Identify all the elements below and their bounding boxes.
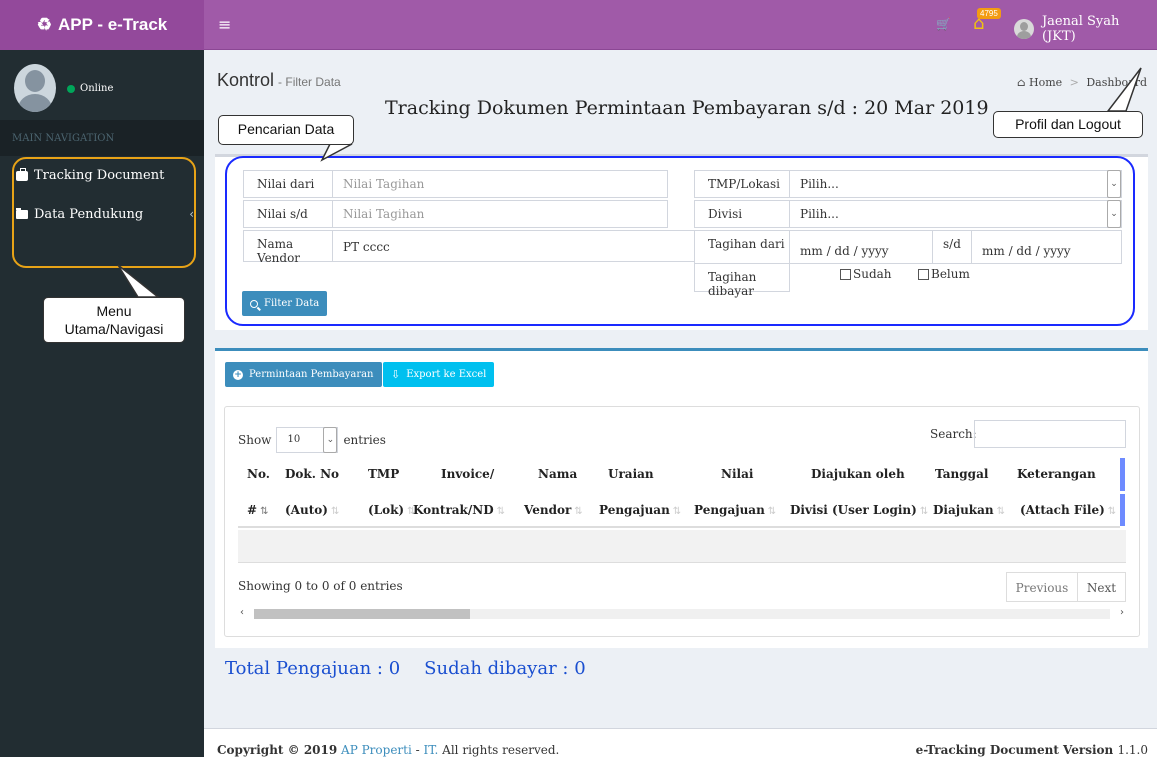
sort-header-label: Pengajuan xyxy=(694,503,765,517)
th-no: No. xyxy=(247,467,270,481)
footer-rights: All rights reserved. xyxy=(442,743,560,757)
callout-menu-line2: Utama/Navigasi xyxy=(64,321,164,337)
footer-dash: - xyxy=(415,743,420,757)
table-row xyxy=(238,530,1126,563)
scrollbar-thumb[interactable] xyxy=(254,609,470,619)
sort-header-label: (Attach File) xyxy=(1020,503,1105,517)
search-label: Search: xyxy=(930,427,977,441)
table-scroll-indicator xyxy=(1120,458,1125,491)
th-dok-no: Dok. No xyxy=(285,467,340,481)
sort-icon: ⇅ xyxy=(574,506,583,517)
th-nilai: Nilai xyxy=(721,467,754,481)
table-header-row: # ⇅ (Auto) ⇅ (Lok) ⇅ Kontrak/ND ⇅ Vendor ⇅ Pe… xyxy=(238,494,1120,528)
sort-header-nama[interactable]: Vendor ⇅ xyxy=(524,503,583,517)
footer: Copyright © 2019 AP Properti - IT. All r… xyxy=(204,728,1157,757)
permintaan-pembayaran-button[interactable]: + Permintaan Pembayaran xyxy=(225,362,382,387)
footer-copyright: Copyright © 2019 AP Properti - IT. All r… xyxy=(217,743,559,757)
pencarian-pointer xyxy=(320,143,353,162)
sort-header-nilai[interactable]: Pengajuan ⇅ xyxy=(694,503,776,517)
table-info: Showing 0 to 0 of 0 entries xyxy=(238,579,403,593)
chevron-down-icon: ⌄ xyxy=(323,427,338,453)
sort-icon: ⇅ xyxy=(672,506,682,517)
next-page-button[interactable]: Next xyxy=(1078,572,1126,602)
sort-icon: ⇅ xyxy=(496,506,505,517)
show-label: Show xyxy=(238,433,272,447)
th-diajukan-oleh: Diajukan oleh xyxy=(811,467,905,481)
sort-header-tmp[interactable]: (Lok) ⇅ xyxy=(368,503,416,517)
sort-header-uraian[interactable]: Pengajuan ⇅ xyxy=(599,503,681,517)
sort-icon: ⇅ xyxy=(330,506,340,517)
table-scroll-indicator xyxy=(1120,494,1125,526)
sort-icon: ⇅ xyxy=(919,506,929,517)
entries-value: 10 xyxy=(287,434,301,445)
permintaan-button-label: Permintaan Pembayaran xyxy=(249,369,374,380)
entries-length-control: Show 10 ⌄ entries xyxy=(238,427,386,453)
sort-header-label: Diajukan xyxy=(933,503,994,517)
sort-header-keterangan[interactable]: (Attach File) ⇅ xyxy=(1020,503,1116,517)
sort-header-tanggal[interactable]: Diajukan ⇅ xyxy=(933,503,1005,517)
sort-icon: ⇅ xyxy=(1107,506,1117,517)
entries-select[interactable]: 10 ⌄ xyxy=(276,427,339,453)
company-link[interactable]: AP Properti xyxy=(341,743,412,757)
sort-header-label: Kontrak/ND xyxy=(413,503,494,517)
profil-pointer xyxy=(1106,67,1142,112)
sort-header-label: (Lok) xyxy=(368,503,405,517)
dept-link[interactable]: IT. xyxy=(424,743,439,757)
sort-header-label: Vendor xyxy=(524,503,572,517)
sort-header-label: Pengajuan xyxy=(599,503,670,517)
th-tanggal: Tanggal xyxy=(935,467,989,481)
plus-circle-icon: + xyxy=(233,369,243,380)
sort-header-dok-no[interactable]: (Auto) ⇅ xyxy=(285,503,339,517)
callout-pencarian: Pencarian Data xyxy=(218,115,354,145)
callout-profil: Profil dan Logout xyxy=(993,111,1143,138)
sort-header-diajukan-oleh[interactable]: Divisi (User Login) ⇅ xyxy=(790,503,928,517)
th-nama: Nama xyxy=(538,467,578,481)
download-icon: ⇩ xyxy=(391,368,401,381)
sort-header-no[interactable]: # ⇅ xyxy=(247,503,268,517)
callout-menu: Menu Utama/Navigasi xyxy=(43,297,185,343)
sort-icon: ⇅ xyxy=(767,506,777,517)
scroll-left-icon[interactable]: ‹ xyxy=(240,607,244,618)
menu-pointer xyxy=(117,264,161,298)
entries-label: entries xyxy=(343,433,386,447)
copyright-prefix: Copyright © 2019 xyxy=(217,743,338,757)
sort-header-label: Divisi (User Login) xyxy=(790,503,917,517)
export-button-label: Export ke Excel xyxy=(406,369,487,380)
version-number: 1.1.0 xyxy=(1117,743,1148,757)
th-keterangan: Keterangan xyxy=(1017,467,1096,481)
sort-asc-icon: ⇅ xyxy=(260,506,269,517)
callout-menu-line1: Menu xyxy=(96,303,132,319)
sort-icon: ⇅ xyxy=(996,506,1006,517)
product-name: e-Tracking Document Version xyxy=(915,743,1114,757)
export-excel-button[interactable]: ⇩ Export ke Excel xyxy=(383,362,495,387)
sort-header-label: (Auto) xyxy=(285,503,328,517)
footer-version: e-Tracking Document Version 1.1.0 xyxy=(916,743,1148,757)
sort-header-invoice[interactable]: Kontrak/ND ⇅ xyxy=(413,503,505,517)
sudah-dibayar: Sudah dibayar : 0 xyxy=(424,658,586,679)
th-invoice: Invoice/ xyxy=(441,467,495,481)
th-uraian: Uraian xyxy=(608,467,654,481)
search-input[interactable] xyxy=(974,420,1126,448)
table-header-row: No. Dok. No TMP Invoice/ Nama Uraian Nil… xyxy=(238,458,1120,491)
scroll-right-icon[interactable]: › xyxy=(1120,607,1124,618)
sort-header-label: # xyxy=(247,503,258,517)
totals-summary: Total Pengajuan : 0 Sudah dibayar : 0 xyxy=(225,658,586,679)
th-tmp: TMP xyxy=(368,467,400,481)
total-pengajuan: Total Pengajuan : 0 xyxy=(225,658,401,679)
horizontal-scrollbar[interactable]: ‹ › xyxy=(238,607,1126,621)
previous-page-button[interactable]: Previous xyxy=(1006,572,1078,602)
